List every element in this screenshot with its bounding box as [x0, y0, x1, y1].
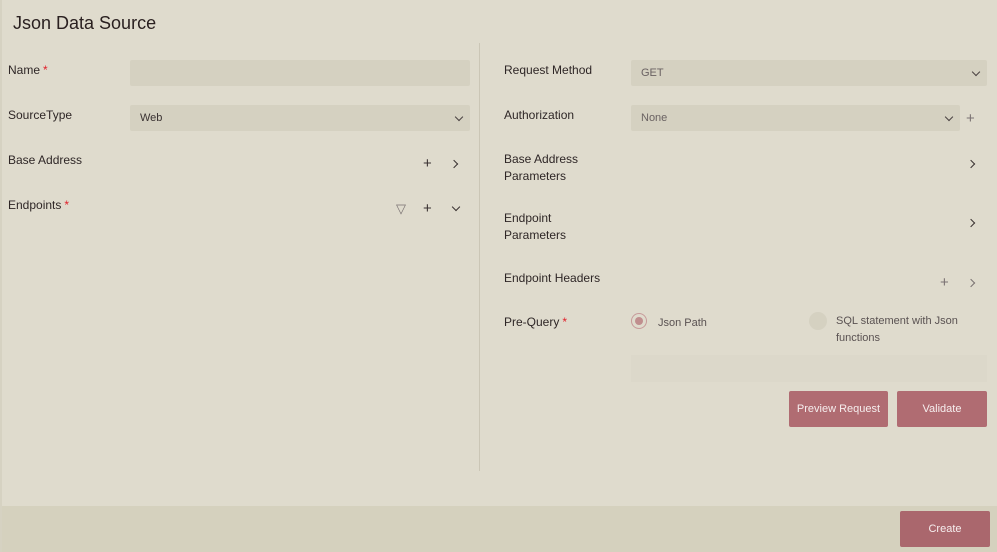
base-address-parameters-label: Base Address Parameters [504, 151, 578, 185]
label-line: SQL statement with Json [836, 315, 958, 327]
label-line: functions [836, 332, 881, 344]
expand-base-address-chevron-right-icon[interactable] [449, 159, 459, 169]
column-divider [479, 43, 480, 471]
add-endpoint-plus-icon[interactable]: + [423, 201, 432, 216]
preview-request-button[interactable]: Preview Request [789, 391, 888, 427]
name-label: Name * [8, 62, 48, 79]
validate-button[interactable]: Validate [897, 391, 987, 427]
left-edge-strip [0, 0, 2, 552]
request-method-select[interactable]: GET [631, 60, 987, 86]
source-type-value: Web [140, 112, 163, 124]
expand-base-address-parameters-chevron-right-icon[interactable] [966, 159, 976, 169]
add-endpoint-header-plus-icon[interactable]: + [940, 275, 949, 290]
create-button[interactable]: Create [900, 511, 990, 547]
expand-endpoint-headers-chevron-right-icon[interactable] [966, 278, 976, 288]
request-method-label: Request Method [504, 63, 593, 77]
endpoints-label-text: Endpoints [8, 198, 62, 212]
endpoint-parameters-label: Endpoint Parameters [504, 210, 566, 244]
endpoints-label: Endpoints * [8, 197, 69, 214]
name-input[interactable] [130, 60, 470, 86]
filter-icon[interactable]: ▽ [396, 201, 406, 216]
request-method-value: GET [641, 67, 664, 79]
chevron-down-icon [971, 67, 981, 77]
authorization-label: Authorization [504, 108, 575, 122]
dialog-title: Json Data Source [13, 13, 157, 33]
pre-query-input[interactable] [631, 355, 987, 382]
required-marker: * [43, 63, 48, 77]
dialog-footer [2, 506, 997, 552]
add-authorization-plus-icon[interactable]: + [966, 111, 975, 126]
sql-statement-radio[interactable] [809, 312, 827, 330]
authorization-value: None [641, 112, 668, 124]
sql-statement-radio-label[interactable]: SQL statement with Json functions [836, 313, 958, 347]
base-address-label: Base Address [8, 153, 83, 167]
label-line: Base Address [504, 152, 579, 166]
required-marker: * [64, 198, 70, 212]
source-type-label: SourceType [8, 108, 73, 122]
pre-query-label-text: Pre-Query [504, 315, 560, 329]
pre-query-label: Pre-Query * [504, 314, 567, 331]
expand-endpoint-parameters-chevron-right-icon[interactable] [966, 218, 976, 228]
label-line: Parameters [504, 228, 567, 242]
label-line: Parameters [504, 169, 567, 183]
required-marker: * [562, 315, 568, 329]
name-label-text: Name [8, 63, 41, 77]
chevron-down-icon [944, 112, 954, 122]
chevron-down-icon [454, 112, 464, 122]
label-line: Endpoint [504, 211, 552, 225]
endpoint-headers-label: Endpoint Headers [504, 271, 601, 285]
source-type-select[interactable]: Web [130, 105, 470, 131]
json-path-radio-label[interactable]: Json Path [658, 315, 707, 332]
json-path-radio[interactable] [631, 313, 647, 329]
add-base-address-plus-icon[interactable]: + [423, 156, 432, 171]
collapse-endpoints-chevron-down-icon[interactable] [451, 202, 461, 212]
authorization-select[interactable]: None [631, 105, 960, 131]
